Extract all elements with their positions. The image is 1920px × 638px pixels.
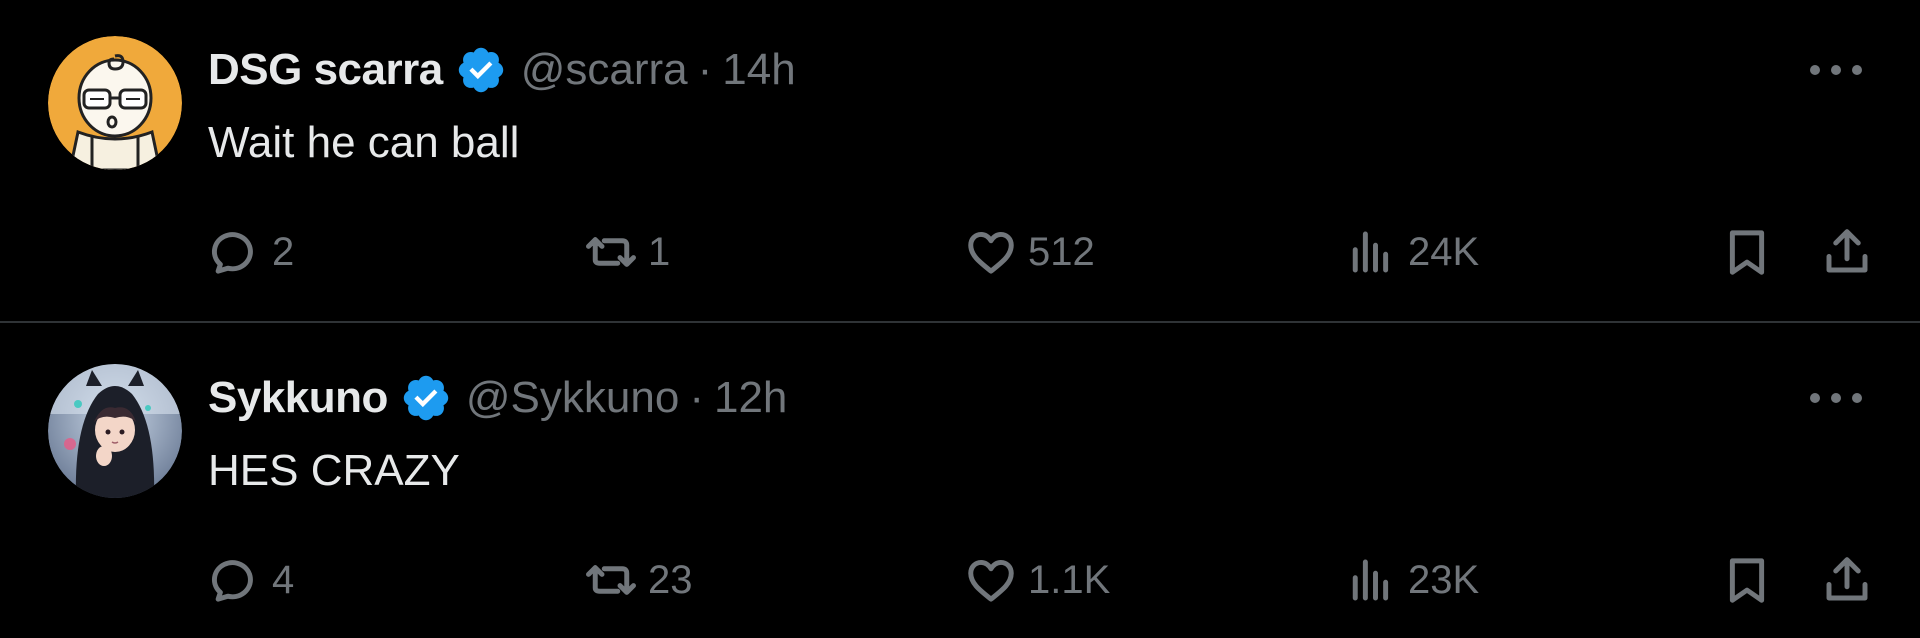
- reply-button[interactable]: 2: [208, 222, 294, 282]
- bookmark-button[interactable]: [1720, 550, 1774, 610]
- timestamp[interactable]: 12h: [714, 373, 787, 423]
- more-options-icon[interactable]: [1810, 60, 1862, 80]
- tweet[interactable]: Sykkuno @Sykkuno · 12h HES CRAZY 4 23 1.…: [0, 324, 1920, 638]
- avatar-scarra-image: [48, 36, 182, 170]
- separator-dot: ·: [689, 373, 704, 422]
- display-name[interactable]: Sykkuno: [208, 373, 388, 423]
- reply-icon: [211, 232, 253, 274]
- tweet-header: Sykkuno @Sykkuno · 12h: [208, 368, 787, 428]
- retweet-count: 23: [648, 557, 693, 602]
- heart-icon: [968, 231, 1014, 274]
- share-button[interactable]: [1820, 222, 1874, 282]
- views-icon: [1352, 559, 1389, 601]
- share-icon: [1826, 557, 1868, 601]
- like-button[interactable]: 512: [964, 222, 1095, 282]
- reply-icon: [211, 560, 253, 602]
- user-handle[interactable]: @Sykkuno: [466, 373, 679, 423]
- action-bar: 4 23 1.1K 23K: [0, 550, 1920, 610]
- bookmark-button[interactable]: [1720, 222, 1774, 282]
- like-button[interactable]: 1.1K: [964, 550, 1110, 610]
- avatar[interactable]: [48, 364, 182, 498]
- reply-button[interactable]: 4: [208, 550, 294, 610]
- timestamp[interactable]: 14h: [722, 45, 795, 95]
- tweet-text: Wait he can ball: [208, 118, 520, 167]
- like-count: 512: [1028, 229, 1095, 274]
- share-button[interactable]: [1820, 550, 1874, 610]
- reply-count: 2: [272, 229, 295, 274]
- views-button[interactable]: 23K: [1344, 550, 1479, 610]
- views-icon: [1352, 231, 1389, 273]
- retweet-button[interactable]: 1: [584, 222, 670, 282]
- reply-count: 4: [272, 557, 295, 602]
- more-options-icon[interactable]: [1810, 388, 1862, 408]
- verified-icon[interactable]: [455, 44, 507, 96]
- tweet-divider: [0, 321, 1920, 323]
- avatar[interactable]: [48, 36, 182, 170]
- verified-icon[interactable]: [400, 372, 452, 424]
- retweet-button[interactable]: 23: [584, 550, 693, 610]
- tweet-text: HES CRAZY: [208, 446, 460, 495]
- display-name[interactable]: DSG scarra: [208, 45, 443, 95]
- views-count: 23K: [1408, 557, 1480, 602]
- bookmark-icon: [1729, 558, 1765, 603]
- separator-dot: ·: [697, 45, 713, 94]
- avatar-sykkuno-image: [48, 364, 182, 498]
- like-count: 1.1K: [1028, 557, 1111, 602]
- bookmark-icon: [1729, 230, 1765, 275]
- retweet-icon: [586, 237, 636, 267]
- retweet-count: 1: [648, 229, 671, 274]
- tweet-header: DSG scarra @scarra · 14h: [208, 40, 796, 100]
- action-bar: 2 1 512 24K: [0, 222, 1920, 282]
- views-button[interactable]: 24K: [1344, 222, 1479, 282]
- share-icon: [1826, 229, 1868, 273]
- heart-icon: [968, 559, 1014, 602]
- retweet-icon: [586, 565, 636, 595]
- tweet[interactable]: DSG scarra @scarra · 14h Wait he can bal…: [0, 0, 1920, 322]
- user-handle[interactable]: @scarra: [521, 45, 688, 95]
- views-count: 24K: [1408, 229, 1480, 274]
